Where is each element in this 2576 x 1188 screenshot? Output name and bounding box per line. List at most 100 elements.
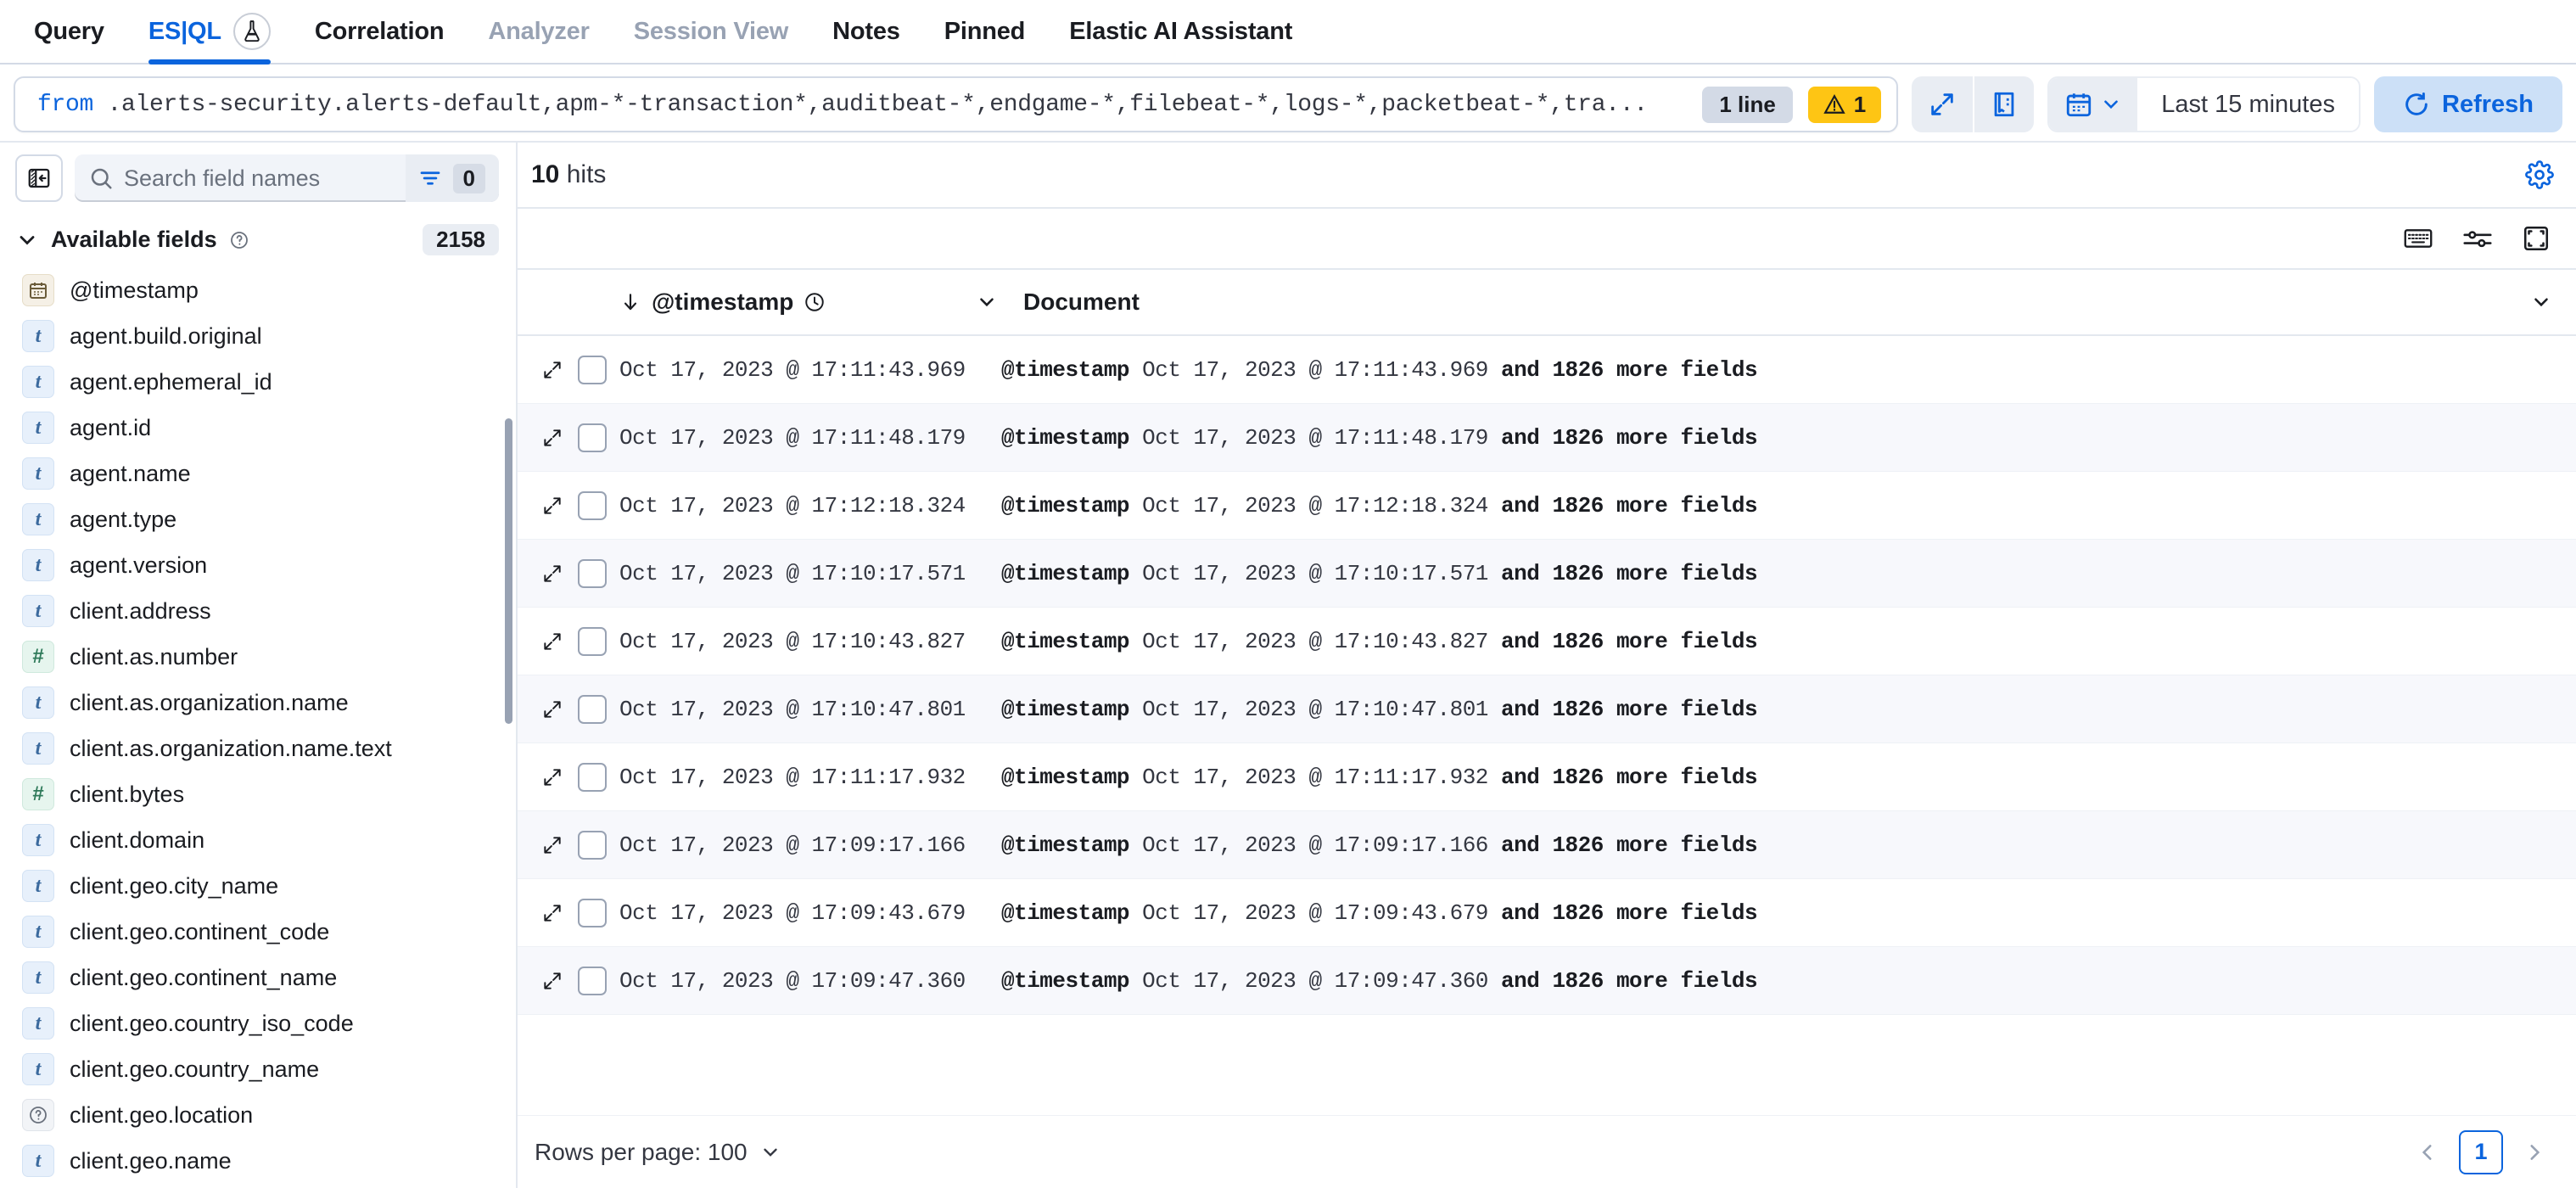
field-item[interactable]: t client.geo.country_iso_code	[3, 1000, 516, 1046]
doc-more-fields: and 1826 more fields	[1501, 832, 1757, 858]
field-item[interactable]: # client.bytes	[3, 771, 516, 817]
warning-badge[interactable]: 1	[1808, 87, 1881, 123]
field-item[interactable]: t agent.build.original	[3, 313, 516, 359]
fullscreen-icon[interactable]	[2522, 224, 2551, 253]
expand-row-icon[interactable]	[518, 766, 565, 788]
rows-per-page-selector[interactable]: Rows per page: 100	[518, 1139, 781, 1166]
tab-analyzer[interactable]: Analyzer	[466, 0, 611, 63]
field-item[interactable]: t client.as.organization.name.text	[3, 726, 516, 771]
expand-row-icon[interactable]	[518, 563, 565, 585]
cell-timestamp: Oct 17, 2023 @ 17:09:17.166	[619, 832, 976, 858]
gear-icon[interactable]	[2525, 160, 2554, 189]
doc-more-fields: and 1826 more fields	[1501, 561, 1757, 586]
field-search-box[interactable]: 0	[75, 154, 499, 202]
esql-query-editor[interactable]: from .alerts-security.alerts-default,apm…	[14, 76, 1898, 132]
column-header-document[interactable]: Document	[976, 289, 2530, 316]
row-checkbox[interactable]	[565, 559, 619, 588]
row-checkbox[interactable]	[565, 491, 619, 520]
field-item[interactable]: t client.address	[3, 588, 516, 634]
field-item[interactable]: t client.geo.city_name	[3, 863, 516, 909]
table-row[interactable]: Oct 17, 2023 @ 17:09:47.360 @timestamp O…	[518, 947, 2576, 1015]
tab-esql[interactable]: ES|QL	[126, 0, 293, 63]
table-row[interactable]: Oct 17, 2023 @ 17:10:47.801 @timestamp O…	[518, 675, 2576, 743]
documents-panel: 10 hits	[518, 143, 2576, 1188]
expand-row-icon[interactable]	[518, 359, 565, 381]
chevron-down-icon[interactable]	[2530, 291, 2552, 313]
field-item[interactable]: t agent.type	[3, 496, 516, 542]
tab-correlation[interactable]: Correlation	[293, 0, 467, 63]
keyboard-icon[interactable]	[2403, 226, 2433, 251]
doc-field-name: @timestamp	[1001, 697, 1129, 722]
row-checkbox[interactable]	[565, 423, 619, 452]
field-item[interactable]: t client.geo.continent_name	[3, 955, 516, 1000]
table-row[interactable]: Oct 17, 2023 @ 17:10:43.827 @timestamp O…	[518, 608, 2576, 675]
sidebar-scrollbar[interactable]	[505, 418, 512, 724]
date-quick-select-button[interactable]	[2049, 78, 2137, 131]
sliders-icon[interactable]	[2462, 226, 2493, 251]
field-type-filter-button[interactable]: 0	[406, 154, 499, 202]
table-row[interactable]: Oct 17, 2023 @ 17:10:17.571 @timestamp O…	[518, 540, 2576, 608]
question-circle-icon[interactable]	[229, 230, 249, 250]
tab-notes[interactable]: Notes	[810, 0, 922, 63]
field-item[interactable]: t client.geo.continent_code	[3, 909, 516, 955]
field-type-string-icon: t	[22, 320, 54, 352]
expand-row-icon[interactable]	[518, 495, 565, 517]
expand-row-icon[interactable]	[518, 902, 565, 924]
available-fields-header[interactable]: Available fields 2158	[0, 210, 516, 267]
field-item[interactable]: @timestamp	[3, 267, 516, 313]
field-type-string-icon: t	[22, 412, 54, 444]
table-row[interactable]: Oct 17, 2023 @ 17:09:43.679 @timestamp O…	[518, 879, 2576, 947]
column-header-timestamp[interactable]: @timestamp	[619, 289, 976, 316]
expand-row-icon[interactable]	[518, 630, 565, 653]
field-item[interactable]: client.geo.location	[3, 1092, 516, 1138]
row-checkbox[interactable]	[565, 627, 619, 656]
chevron-down-icon[interactable]	[976, 291, 998, 313]
table-row[interactable]: Oct 17, 2023 @ 17:11:43.969 @timestamp O…	[518, 336, 2576, 404]
tab-query[interactable]: Query	[12, 0, 126, 63]
table-row[interactable]: Oct 17, 2023 @ 17:09:17.166 @timestamp O…	[518, 811, 2576, 879]
field-type-string-icon: t	[22, 1053, 54, 1085]
cell-document: @timestamp Oct 17, 2023 @ 17:10:17.571 a…	[976, 561, 2576, 586]
date-range-display[interactable]: Last 15 minutes	[2137, 78, 2359, 131]
checkbox-unchecked-icon	[578, 763, 607, 792]
row-checkbox[interactable]	[565, 695, 619, 724]
query-text[interactable]: from .alerts-security.alerts-default,apm…	[37, 92, 1685, 118]
next-page-button[interactable]	[2518, 1136, 2551, 1168]
tab-session-view[interactable]: Session View	[612, 0, 810, 63]
field-item[interactable]: # client.as.number	[3, 634, 516, 680]
expand-query-button[interactable]	[1912, 76, 1973, 132]
field-item[interactable]: t client.geo.country_name	[3, 1046, 516, 1092]
row-checkbox[interactable]	[565, 763, 619, 792]
search-input[interactable]	[124, 165, 406, 192]
field-name: client.geo.name	[70, 1148, 232, 1174]
page-number-1[interactable]: 1	[2459, 1130, 2503, 1174]
field-list[interactable]: @timestamp t agent.build.original t agen…	[0, 267, 516, 1188]
expand-row-icon[interactable]	[518, 834, 565, 856]
expand-row-icon[interactable]	[518, 427, 565, 449]
field-item[interactable]: t client.geo.name	[3, 1138, 516, 1184]
prev-page-button[interactable]	[2411, 1136, 2444, 1168]
doc-field-value: Oct 17, 2023 @ 17:09:17.166	[1142, 832, 1488, 858]
documentation-button[interactable]	[1973, 76, 2034, 132]
refresh-button[interactable]: Refresh	[2374, 76, 2562, 132]
expand-row-icon[interactable]	[518, 698, 565, 720]
row-checkbox[interactable]	[565, 356, 619, 384]
tab-elastic-ai-assistant[interactable]: Elastic AI Assistant	[1047, 0, 1314, 63]
table-row[interactable]: Oct 17, 2023 @ 17:11:48.179 @timestamp O…	[518, 404, 2576, 472]
field-item[interactable]: t client.domain	[3, 817, 516, 863]
row-checkbox[interactable]	[565, 967, 619, 995]
field-item[interactable]: t agent.ephemeral_id	[3, 359, 516, 405]
field-item[interactable]: t agent.id	[3, 405, 516, 451]
tab-pinned[interactable]: Pinned	[922, 0, 1047, 63]
expand-row-icon[interactable]	[518, 970, 565, 992]
row-checkbox[interactable]	[565, 899, 619, 927]
collapse-sidebar-button[interactable]	[15, 154, 63, 202]
row-checkbox[interactable]	[565, 831, 619, 860]
cell-timestamp: Oct 17, 2023 @ 17:12:18.324	[619, 493, 976, 518]
field-item[interactable]: t client.as.organization.name	[3, 680, 516, 726]
field-item[interactable]: t agent.name	[3, 451, 516, 496]
table-row[interactable]: Oct 17, 2023 @ 17:12:18.324 @timestamp O…	[518, 472, 2576, 540]
field-item[interactable]: t agent.version	[3, 542, 516, 588]
line-count-badge: 1 line	[1702, 87, 1792, 123]
table-row[interactable]: Oct 17, 2023 @ 17:11:17.932 @timestamp O…	[518, 743, 2576, 811]
